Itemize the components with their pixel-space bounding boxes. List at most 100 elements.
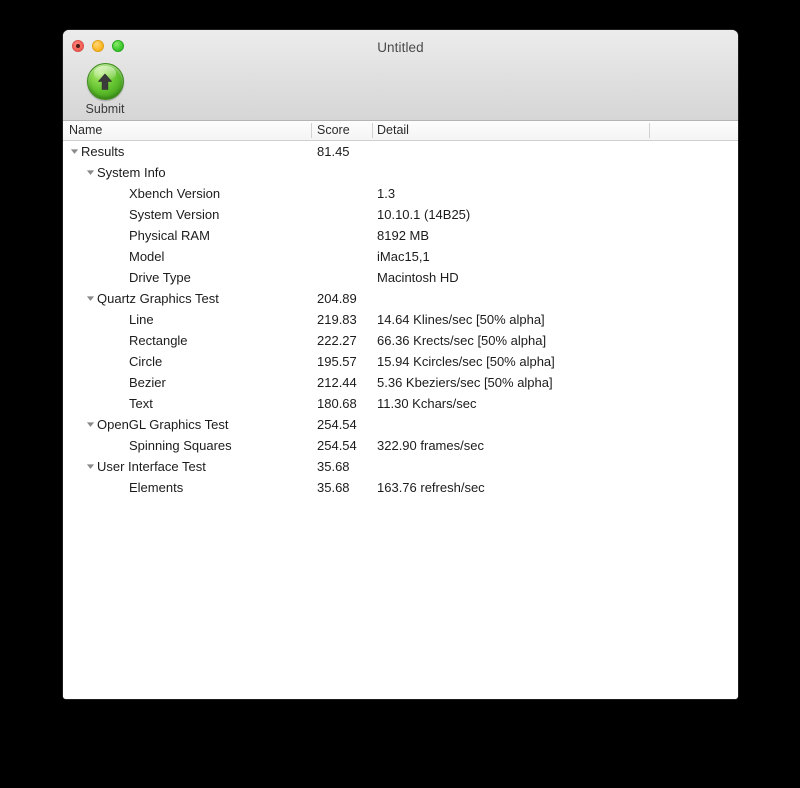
- row-name-cell: Quartz Graphics Test: [63, 288, 219, 309]
- row-name-cell: Text: [63, 393, 153, 414]
- row-score-cell: 180.68: [317, 396, 357, 411]
- table-row[interactable]: OpenGL Graphics Test 254.54: [63, 414, 738, 435]
- row-name-label: Line: [129, 312, 154, 327]
- row-name-label: Physical RAM: [129, 228, 210, 243]
- table-row[interactable]: Results 81.45: [63, 141, 738, 162]
- row-name-label: Bezier: [129, 375, 166, 390]
- column-header-detail[interactable]: Detail: [377, 121, 409, 140]
- table-row[interactable]: Elements 35.68 163.76 refresh/sec: [63, 477, 738, 498]
- column-header-score[interactable]: Score: [317, 121, 350, 140]
- row-name-label: System Version: [129, 207, 220, 222]
- row-detail-cell: 8192 MB: [377, 228, 430, 243]
- disclosure-triangle-icon[interactable]: [69, 141, 80, 162]
- row-detail-cell: 66.36 Krects/sec [50% alpha]: [377, 333, 547, 348]
- row-name-cell: Elements: [63, 477, 183, 498]
- row-name-cell: Model: [63, 246, 164, 267]
- table-row[interactable]: Quartz Graphics Test 204.89: [63, 288, 738, 309]
- row-indent-spacer: [117, 477, 128, 498]
- row-detail-cell: 5.36 Kbeziers/sec [50% alpha]: [377, 375, 553, 390]
- row-name-cell: Xbench Version: [63, 183, 220, 204]
- row-indent-spacer: [117, 330, 128, 351]
- column-divider[interactable]: [372, 123, 373, 138]
- row-detail-cell: Macintosh HD: [377, 270, 459, 285]
- row-detail-cell: 14.64 Klines/sec [50% alpha]: [377, 312, 545, 327]
- row-detail-cell: iMac15,1: [377, 249, 430, 264]
- row-name-cell: OpenGL Graphics Test: [63, 414, 229, 435]
- toolbar: Submit: [63, 62, 738, 120]
- table-row[interactable]: System Version 10.10.1 (14B25): [63, 204, 738, 225]
- row-name-label: Spinning Squares: [129, 438, 232, 453]
- row-name-label: Xbench Version: [129, 186, 221, 201]
- row-name-label: Elements: [129, 480, 184, 495]
- row-indent-spacer: [117, 435, 128, 456]
- row-indent-spacer: [117, 246, 128, 267]
- table-row[interactable]: Drive Type Macintosh HD: [63, 267, 738, 288]
- row-name-cell: Circle: [63, 351, 162, 372]
- upload-arrow-icon: [86, 63, 124, 100]
- results-outline-view: Results 81.45 System Info Xbench Version 1.3…: [63, 141, 738, 699]
- row-indent-spacer: [117, 309, 128, 330]
- window-titlebar[interactable]: Untitled Submit: [63, 30, 738, 121]
- row-name-label: Rectangle: [129, 333, 188, 348]
- row-score-cell: 35.68: [317, 480, 350, 495]
- row-score-cell: 212.44: [317, 375, 357, 390]
- column-divider[interactable]: [649, 123, 650, 138]
- row-detail-cell: 163.76 refresh/sec: [377, 480, 485, 495]
- table-row[interactable]: Spinning Squares 254.54 322.90 frames/sec: [63, 435, 738, 456]
- table-row[interactable]: System Info: [63, 162, 738, 183]
- row-score-cell: 222.27: [317, 333, 357, 348]
- table-row[interactable]: Rectangle 222.27 66.36 Krects/sec [50% alp…: [63, 330, 738, 351]
- screen-background: Untitled Submit Name Score Detail Result…: [0, 0, 800, 788]
- row-detail-cell: 1.3: [377, 186, 396, 201]
- table-row[interactable]: Text 180.68 11.30 Kchars/sec: [63, 393, 738, 414]
- row-name-cell: Line: [63, 309, 154, 330]
- row-score-cell: 81.45: [317, 144, 350, 159]
- column-header-name[interactable]: Name: [69, 121, 102, 140]
- row-name-cell: Drive Type: [63, 267, 191, 288]
- row-indent-spacer: [117, 225, 128, 246]
- table-row[interactable]: Xbench Version 1.3: [63, 183, 738, 204]
- row-detail-cell: 15.94 Kcircles/sec [50% alpha]: [377, 354, 555, 369]
- row-score-cell: 204.89: [317, 291, 357, 306]
- row-detail-cell: 10.10.1 (14B25): [377, 207, 471, 222]
- row-detail-cell: 322.90 frames/sec: [377, 438, 484, 453]
- row-name-label: Model: [129, 249, 165, 264]
- row-score-cell: 219.83: [317, 312, 357, 327]
- row-indent-spacer: [117, 351, 128, 372]
- row-name-cell: Bezier: [63, 372, 166, 393]
- row-score-cell: 254.54: [317, 417, 357, 432]
- disclosure-triangle-icon[interactable]: [85, 456, 96, 477]
- table-row[interactable]: Line 219.83 14.64 Klines/sec [50% alpha]: [63, 309, 738, 330]
- row-score-cell: 35.68: [317, 459, 350, 474]
- row-name-label: OpenGL Graphics Test: [97, 417, 229, 432]
- row-name-cell: Physical RAM: [63, 225, 210, 246]
- row-name-cell: System Info: [63, 162, 166, 183]
- xbench-window: Untitled Submit Name Score Detail Result…: [63, 30, 738, 699]
- table-row[interactable]: Physical RAM 8192 MB: [63, 225, 738, 246]
- disclosure-triangle-icon[interactable]: [85, 288, 96, 309]
- row-indent-spacer: [117, 204, 128, 225]
- submit-button-label: Submit: [85, 102, 125, 116]
- row-detail-cell: 11.30 Kchars/sec: [377, 396, 477, 411]
- disclosure-triangle-icon[interactable]: [85, 414, 96, 435]
- table-row[interactable]: Model iMac15,1: [63, 246, 738, 267]
- row-indent-spacer: [117, 372, 128, 393]
- row-name-label: Text: [129, 396, 153, 411]
- row-indent-spacer: [117, 183, 128, 204]
- table-row[interactable]: Bezier 212.44 5.36 Kbeziers/sec [50% alpha…: [63, 372, 738, 393]
- column-divider[interactable]: [311, 123, 312, 138]
- row-name-label: Quartz Graphics Test: [97, 291, 219, 306]
- row-name-label: Circle: [129, 354, 163, 369]
- submit-button[interactable]: Submit: [73, 63, 137, 117]
- table-row[interactable]: User Interface Test 35.68: [63, 456, 738, 477]
- table-row[interactable]: Circle 195.57 15.94 Kcircles/sec [50% alph…: [63, 351, 738, 372]
- window-title: Untitled: [377, 40, 424, 55]
- row-name-cell: System Version: [63, 204, 219, 225]
- row-name-cell: Spinning Squares: [63, 435, 232, 456]
- row-indent-spacer: [117, 267, 128, 288]
- row-indent-spacer: [117, 393, 128, 414]
- row-score-cell: 254.54: [317, 438, 357, 453]
- row-name-cell: User Interface Test: [63, 456, 206, 477]
- disclosure-triangle-icon[interactable]: [85, 162, 96, 183]
- row-name-label: User Interface Test: [97, 459, 206, 474]
